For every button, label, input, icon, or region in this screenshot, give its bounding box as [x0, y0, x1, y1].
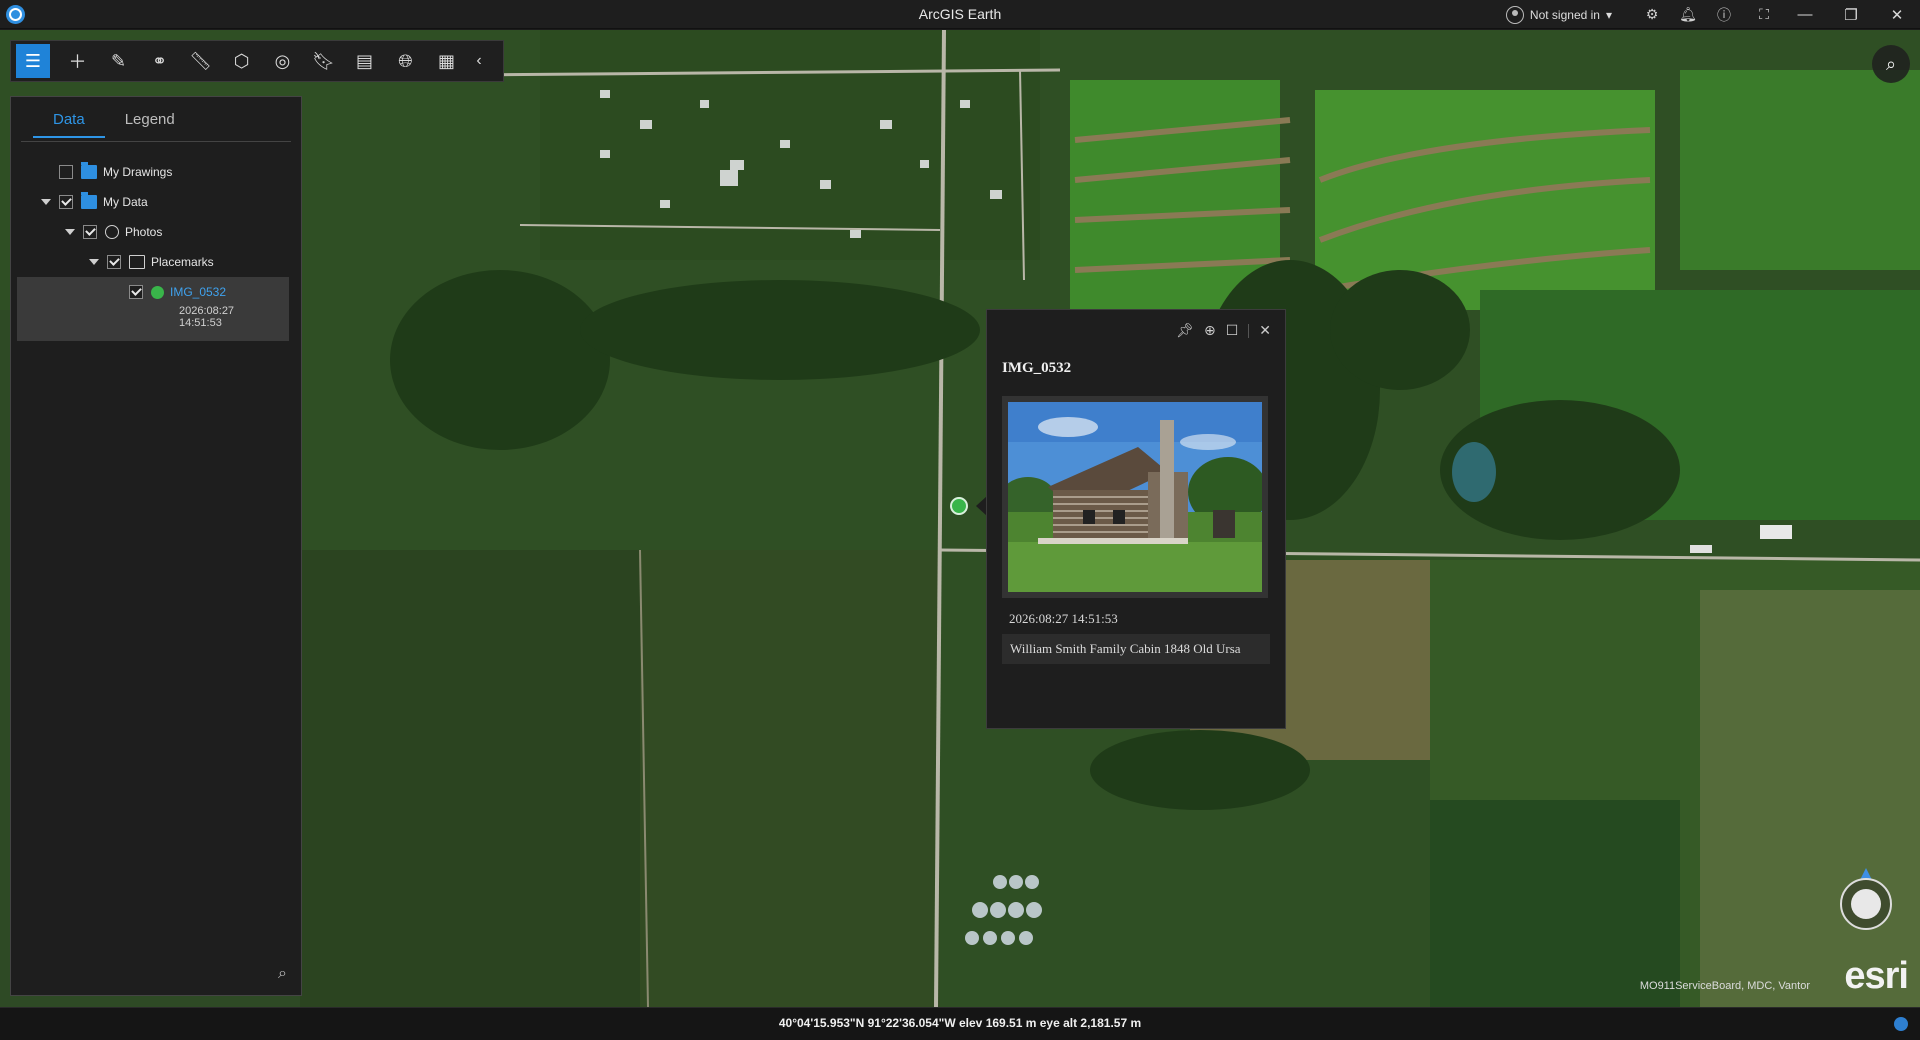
globe-icon [1851, 889, 1881, 919]
tree-item-img-0532[interactable]: IMG_0532 2026:08:27 14:51:53 [17, 277, 289, 341]
search-icon: ⌕ [1885, 53, 1897, 74]
tab-data[interactable]: Data [33, 111, 105, 138]
checkbox[interactable] [107, 255, 121, 269]
photo-popup: 📌︎ ⊕ ☐ ✕ IMG_0532 2026:08:27 14:51:53 Wi… [986, 309, 1286, 729]
map-search-button[interactable]: ⌕ [1872, 45, 1910, 83]
user-icon [1505, 5, 1524, 24]
search-icon[interactable]: ⌕ [278, 965, 287, 983]
tree-item-label: Placemarks [151, 255, 214, 269]
compass-button[interactable] [1840, 878, 1892, 930]
main-toolbar: ☰ ＋ ✎ ⚭ 📏︎ ⬡ ◎ 🔖︎ ▤ 🌐︎ ▦ ‹ [10, 40, 504, 82]
pencil-icon[interactable]: ✎ [98, 44, 139, 78]
status-bar: 40°04'15.953"N 91°22'36.054"W elev 169.5… [0, 1007, 1920, 1040]
bookmark-icon[interactable]: 🔖︎ [303, 44, 344, 78]
link-icon[interactable]: ⚭ [139, 44, 180, 78]
photo-placemark-icon[interactable] [950, 497, 968, 515]
maximize-icon[interactable]: ☐ [1226, 322, 1239, 339]
checkbox[interactable] [59, 195, 73, 209]
layers-list-icon[interactable]: ☰ [16, 44, 50, 78]
info-icon[interactable]: ⓘ [1706, 0, 1742, 29]
zoom-to-icon[interactable]: ⊕ [1204, 322, 1216, 339]
chevron-down-icon[interactable] [65, 229, 75, 235]
presentation-icon[interactable]: ▤ [344, 44, 385, 78]
photo-thumbnail[interactable] [1002, 396, 1268, 598]
folder-icon [129, 255, 145, 269]
cabin-photo [1008, 402, 1262, 592]
overlay-icon[interactable]: ◎ [262, 44, 303, 78]
tree-item-label: IMG_0532 [170, 285, 227, 299]
tree-item-my-data[interactable]: My Data [11, 187, 301, 217]
title-bar: ArcGIS Earth Not signed in ▾ ⚙ 🔔︎ ⓘ ⛶ — … [0, 0, 1920, 29]
checkbox[interactable] [129, 285, 143, 299]
photo-layer-icon [105, 225, 119, 239]
tree-item-label: My Data [103, 195, 148, 209]
folder-icon [81, 162, 97, 179]
checkbox[interactable] [59, 165, 73, 179]
tree-item-my-drawings[interactable]: My Drawings [11, 157, 301, 187]
chevron-down-icon[interactable] [41, 199, 51, 205]
chevron-left-icon[interactable]: ‹ [467, 44, 491, 78]
user-status: Not signed in [1529, 7, 1600, 22]
map-attribution: MO911ServiceBoard, MDC, Vantor [1639, 980, 1810, 992]
user-signin-button[interactable]: Not signed in ▾ [1505, 5, 1612, 24]
checkbox[interactable] [83, 225, 97, 239]
tree-item-label: My Drawings [103, 165, 173, 179]
coordinate-readout: 40°04'15.953"N 91°22'36.054"W elev 169.5… [778, 1016, 1142, 1030]
chevron-down-icon[interactable] [89, 259, 99, 265]
photo-description: William Smith Family Cabin 1848 Old Ursa [1002, 634, 1270, 664]
globe-icon[interactable]: 🌐︎ [385, 44, 426, 78]
tree-item-label: Photos [125, 225, 163, 239]
photo-timestamp: 2026:08:27 14:51:53 [1009, 611, 1118, 626]
ruler-icon[interactable]: 📏︎ [180, 44, 221, 78]
photo-icon [151, 285, 164, 299]
grid-icon[interactable]: ▦ [426, 44, 467, 78]
close-icon[interactable]: ✕ [1874, 0, 1920, 29]
photo-time: 14:51:53 [179, 317, 222, 329]
pin-icon[interactable]: 📌︎ [1176, 322, 1194, 339]
gear-icon[interactable]: ⚙ [1634, 0, 1670, 29]
layer-tree: My Drawings My Data Photos Placemarks [11, 157, 301, 277]
bell-icon[interactable]: 🔔︎ [1670, 0, 1706, 29]
add-icon[interactable]: ＋ [57, 44, 98, 78]
cube-icon[interactable]: ⬡ [221, 44, 262, 78]
chevron-down-icon: ▾ [1605, 7, 1612, 22]
popup-title: IMG_0532 [1002, 360, 1072, 376]
minimize-icon[interactable]: — [1782, 0, 1828, 29]
close-icon[interactable]: ✕ [1259, 322, 1271, 339]
network-status-icon [1894, 1017, 1908, 1031]
contents-panel: Data Legend My Drawings My Data Photos P… [10, 96, 302, 996]
folder-icon [81, 192, 97, 209]
tab-legend[interactable]: Legend [105, 111, 195, 138]
fullscreen-icon[interactable]: ⛶ [1746, 0, 1782, 29]
restore-icon[interactable]: ❐ [1828, 0, 1874, 29]
photo-date: 2026:08:27 [179, 305, 235, 317]
esri-logo: esri [1844, 955, 1909, 997]
tree-item-placemarks[interactable]: Placemarks [11, 247, 301, 277]
tree-item-photos[interactable]: Photos [11, 217, 301, 247]
